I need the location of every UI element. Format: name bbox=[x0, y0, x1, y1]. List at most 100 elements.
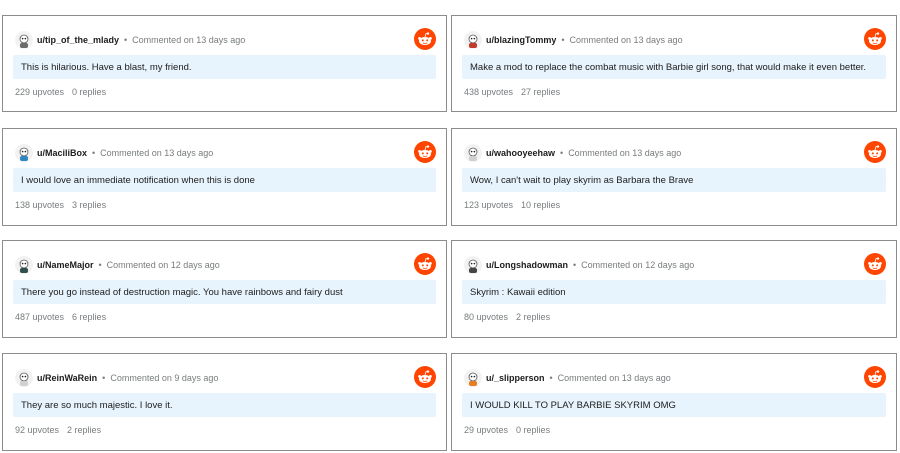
comment-card: u/NameMajor • Commented on 12 days ago T… bbox=[2, 240, 447, 338]
comment-header: u/tip_of_the_mlady • Commented on 13 day… bbox=[15, 30, 245, 50]
reddit-alien-icon bbox=[418, 257, 432, 270]
comment-stats: 29 upvotes 0 replies bbox=[464, 425, 550, 435]
username[interactable]: u/blazingTommy bbox=[486, 35, 556, 45]
upvote-count: 487 upvotes bbox=[15, 312, 65, 322]
user-avatar[interactable] bbox=[464, 256, 482, 274]
comment-stats: 229 upvotes 0 replies bbox=[15, 87, 106, 97]
comment-timestamp: Commented on 13 days ago bbox=[557, 373, 671, 383]
reddit-alien-icon bbox=[868, 145, 882, 158]
reddit-logo-icon[interactable] bbox=[414, 253, 436, 275]
username[interactable]: u/ReinWaRein bbox=[37, 373, 97, 383]
reply-count[interactable]: 27 replies bbox=[521, 87, 560, 97]
separator: • bbox=[560, 148, 564, 158]
comment-stats: 80 upvotes 2 replies bbox=[464, 312, 550, 322]
avatar-icon bbox=[15, 144, 33, 162]
username[interactable]: u/wahooyeehaw bbox=[486, 148, 555, 158]
reddit-alien-icon bbox=[868, 257, 882, 270]
reply-count[interactable]: 0 replies bbox=[72, 87, 106, 97]
comment-timestamp: Commented on 9 days ago bbox=[110, 373, 219, 383]
comment-timestamp: Commented on 12 days ago bbox=[581, 260, 695, 270]
reddit-logo-icon[interactable] bbox=[414, 366, 436, 388]
reply-count[interactable]: 2 replies bbox=[516, 312, 550, 322]
upvote-count: 123 upvotes bbox=[464, 200, 514, 210]
avatar-icon bbox=[15, 31, 33, 49]
comment-stats: 92 upvotes 2 replies bbox=[15, 425, 101, 435]
reddit-logo-icon[interactable] bbox=[864, 28, 886, 50]
user-avatar[interactable] bbox=[15, 369, 33, 387]
reply-count[interactable]: 3 replies bbox=[72, 200, 106, 210]
reply-count[interactable]: 6 replies bbox=[72, 312, 106, 322]
separator: • bbox=[98, 260, 102, 270]
comment-header: u/_slipperson • Commented on 13 days ago bbox=[464, 368, 671, 388]
username[interactable]: u/Longshadowman bbox=[486, 260, 568, 270]
user-avatar[interactable] bbox=[464, 144, 482, 162]
user-avatar[interactable] bbox=[464, 31, 482, 49]
comment-timestamp: Commented on 13 days ago bbox=[100, 148, 214, 158]
username[interactable]: u/NameMajor bbox=[37, 260, 94, 270]
comment-stats: 138 upvotes 3 replies bbox=[15, 200, 106, 210]
comment-header: u/ReinWaRein • Commented on 9 days ago bbox=[15, 368, 218, 388]
reply-count[interactable]: 0 replies bbox=[516, 425, 550, 435]
avatar-icon bbox=[464, 256, 482, 274]
comment-header: u/MaciliBox • Commented on 13 days ago bbox=[15, 143, 213, 163]
reddit-alien-icon bbox=[418, 32, 432, 45]
separator: • bbox=[102, 373, 106, 383]
separator: • bbox=[573, 260, 577, 270]
avatar-icon bbox=[15, 369, 33, 387]
comment-card: u/ReinWaRein • Commented on 9 days ago T… bbox=[2, 353, 447, 451]
upvote-count: 29 upvotes bbox=[464, 425, 509, 435]
username[interactable]: u/tip_of_the_mlady bbox=[37, 35, 119, 45]
comment-text: I would love an immediate notification w… bbox=[13, 168, 436, 192]
avatar-icon bbox=[464, 144, 482, 162]
reddit-logo-icon[interactable] bbox=[864, 141, 886, 163]
upvote-count: 80 upvotes bbox=[464, 312, 509, 322]
separator: • bbox=[92, 148, 96, 158]
comment-card: u/Longshadowman • Commented on 12 days a… bbox=[451, 240, 897, 338]
comment-header: u/wahooyeehaw • Commented on 13 days ago bbox=[464, 143, 681, 163]
comment-card: u/wahooyeehaw • Commented on 13 days ago… bbox=[451, 128, 897, 226]
comment-card: u/blazingTommy • Commented on 13 days ag… bbox=[451, 15, 897, 112]
username[interactable]: u/_slipperson bbox=[486, 373, 545, 383]
user-avatar[interactable] bbox=[15, 256, 33, 274]
reddit-logo-icon[interactable] bbox=[864, 253, 886, 275]
comment-header: u/blazingTommy • Commented on 13 days ag… bbox=[464, 30, 683, 50]
avatar-icon bbox=[464, 369, 482, 387]
user-avatar[interactable] bbox=[15, 144, 33, 162]
comment-text: Skyrim : Kawaii edition bbox=[462, 280, 886, 304]
comment-timestamp: Commented on 13 days ago bbox=[132, 35, 246, 45]
reddit-alien-icon bbox=[418, 145, 432, 158]
reply-count[interactable]: 2 replies bbox=[67, 425, 101, 435]
comment-text: This is hilarious. Have a blast, my frie… bbox=[13, 55, 436, 79]
reddit-alien-icon bbox=[868, 32, 882, 45]
avatar-icon bbox=[464, 31, 482, 49]
comment-timestamp: Commented on 13 days ago bbox=[568, 148, 682, 158]
comment-text: There you go instead of destruction magi… bbox=[13, 280, 436, 304]
comment-text: Make a mod to replace the combat music w… bbox=[462, 55, 886, 79]
separator: • bbox=[561, 35, 565, 45]
upvote-count: 229 upvotes bbox=[15, 87, 65, 97]
upvote-count: 92 upvotes bbox=[15, 425, 60, 435]
upvote-count: 438 upvotes bbox=[464, 87, 514, 97]
reddit-alien-icon bbox=[418, 370, 432, 383]
reddit-alien-icon bbox=[868, 370, 882, 383]
reply-count[interactable]: 10 replies bbox=[521, 200, 560, 210]
user-avatar[interactable] bbox=[15, 31, 33, 49]
avatar-icon bbox=[15, 256, 33, 274]
comment-stats: 487 upvotes 6 replies bbox=[15, 312, 106, 322]
comment-card: u/_slipperson • Commented on 13 days ago… bbox=[451, 353, 897, 451]
comment-timestamp: Commented on 13 days ago bbox=[569, 35, 683, 45]
comment-text: They are so much majestic. I love it. bbox=[13, 393, 436, 417]
username[interactable]: u/MaciliBox bbox=[37, 148, 87, 158]
comment-card: u/MaciliBox • Commented on 13 days ago I… bbox=[2, 128, 447, 226]
upvote-count: 138 upvotes bbox=[15, 200, 65, 210]
comment-header: u/NameMajor • Commented on 12 days ago bbox=[15, 255, 220, 275]
comment-card: u/tip_of_the_mlady • Commented on 13 day… bbox=[2, 15, 447, 112]
user-avatar[interactable] bbox=[464, 369, 482, 387]
reddit-logo-icon[interactable] bbox=[864, 366, 886, 388]
comment-stats: 438 upvotes 27 replies bbox=[464, 87, 560, 97]
comment-text: I WOULD KILL TO PLAY BARBIE SKYRIM OMG bbox=[462, 393, 886, 417]
comment-text: Wow, I can't wait to play skyrim as Barb… bbox=[462, 168, 886, 192]
comment-stats: 123 upvotes 10 replies bbox=[464, 200, 560, 210]
reddit-logo-icon[interactable] bbox=[414, 28, 436, 50]
reddit-logo-icon[interactable] bbox=[414, 141, 436, 163]
